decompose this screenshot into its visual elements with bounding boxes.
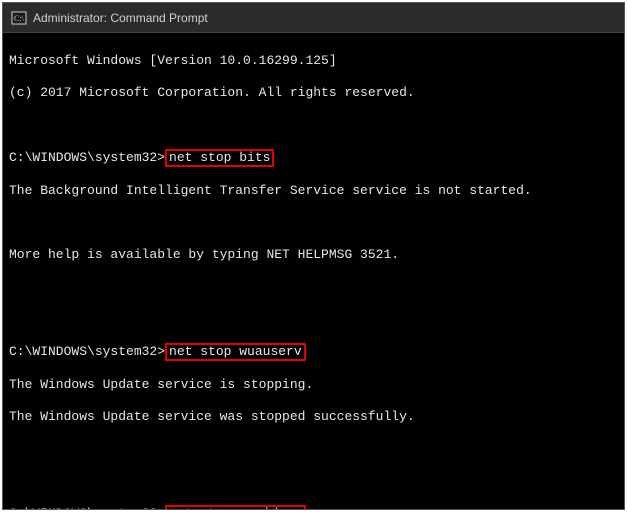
prompt: C:\WINDOWS\system32>	[9, 150, 165, 165]
cmd-icon: C:\	[11, 10, 27, 26]
prompt: C:\WINDOWS\system32>	[9, 506, 165, 509]
terminal-line	[9, 279, 618, 295]
terminal-line	[9, 441, 618, 457]
terminal-line: (c) 2017 Microsoft Corporation. All righ…	[9, 85, 618, 101]
terminal-line: C:\WINDOWS\system32>net stop appidsvc	[9, 505, 618, 509]
terminal-line: The Windows Update service is stopping.	[9, 377, 618, 393]
command-highlight: net stop wuauserv	[165, 343, 306, 361]
terminal-line	[9, 473, 618, 489]
terminal-line: The Windows Update service was stopped s…	[9, 409, 618, 425]
terminal-line: More help is available by typing NET HEL…	[9, 247, 618, 263]
terminal-line: The Background Intelligent Transfer Serv…	[9, 183, 618, 199]
command-prompt-window: C:\ Administrator: Command Prompt Micros…	[2, 2, 625, 510]
terminal-line	[9, 311, 618, 327]
terminal-line: C:\WINDOWS\system32>net stop wuauserv	[9, 343, 618, 361]
terminal-line	[9, 215, 618, 231]
terminal-line	[9, 117, 618, 133]
command-highlight: net stop bits	[165, 149, 274, 167]
titlebar[interactable]: C:\ Administrator: Command Prompt	[3, 3, 624, 33]
terminal-line: Microsoft Windows [Version 10.0.16299.12…	[9, 53, 618, 69]
terminal-line: C:\WINDOWS\system32>net stop bits	[9, 149, 618, 167]
prompt: C:\WINDOWS\system32>	[9, 344, 165, 359]
svg-text:C:\: C:\	[14, 14, 25, 23]
window-title: Administrator: Command Prompt	[33, 11, 208, 25]
terminal-body[interactable]: Microsoft Windows [Version 10.0.16299.12…	[3, 33, 624, 509]
command-highlight: net stop appidsvc	[165, 505, 306, 509]
